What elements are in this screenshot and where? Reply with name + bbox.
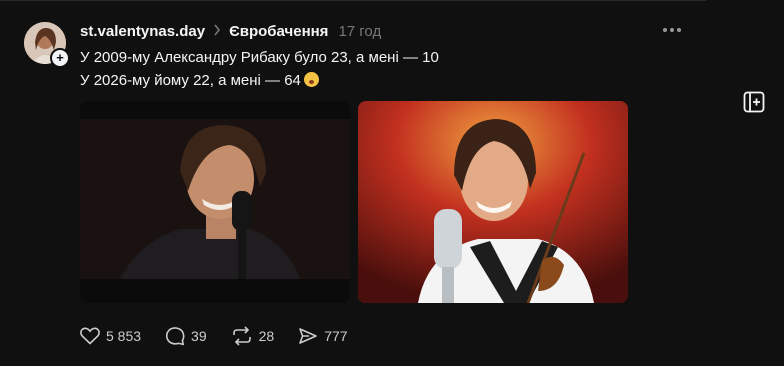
comment-count: 39 bbox=[191, 328, 207, 344]
post-text-line-2-content: У 2026-му йому 22, а мені — 64 bbox=[80, 72, 301, 89]
post-text: У 2009-му Александру Рибаку було 23, а м… bbox=[80, 46, 439, 92]
comment-button[interactable]: 39 bbox=[165, 326, 207, 346]
topic-link[interactable]: Євробачення bbox=[229, 23, 328, 40]
post-image-1[interactable] bbox=[80, 101, 350, 303]
share-button[interactable]: 777 bbox=[298, 326, 348, 346]
chevron-right-icon bbox=[213, 23, 221, 39]
flushed-face-icon bbox=[303, 72, 319, 87]
media-gallery bbox=[80, 101, 628, 303]
thread-post: + st.valentynas.day Євробачення 17 год У… bbox=[24, 20, 706, 366]
share-count: 777 bbox=[324, 328, 348, 344]
post-time: 17 год bbox=[338, 22, 382, 40]
like-button[interactable]: 5 853 bbox=[80, 327, 141, 345]
post-text-line-2: У 2026-му йому 22, а мені — 64 bbox=[80, 69, 439, 92]
repost-count: 28 bbox=[258, 328, 275, 344]
top-divider bbox=[0, 0, 706, 1]
new-post-icon[interactable] bbox=[742, 90, 766, 114]
repost-icon bbox=[232, 326, 251, 346]
follow-plus-icon[interactable]: + bbox=[50, 48, 70, 68]
post-header: st.valentynas.day Євробачення 17 год bbox=[80, 20, 381, 42]
comment-bubble-icon bbox=[165, 327, 185, 346]
action-bar: 5 853 39 28 777 bbox=[80, 326, 348, 346]
repost-button[interactable]: 28 bbox=[231, 326, 275, 346]
like-count: 5 853 bbox=[106, 328, 142, 344]
post-image-2[interactable] bbox=[358, 101, 628, 303]
username-link[interactable]: st.valentynas.day bbox=[80, 23, 205, 40]
post-text-line-1: У 2009-му Александру Рибаку було 23, а м… bbox=[80, 49, 439, 66]
heart-icon bbox=[80, 327, 100, 345]
singer-violin-trophy-icon bbox=[358, 101, 628, 303]
singer-microphone-icon bbox=[80, 101, 350, 303]
send-icon bbox=[299, 328, 318, 344]
more-options-icon[interactable] bbox=[660, 22, 684, 38]
